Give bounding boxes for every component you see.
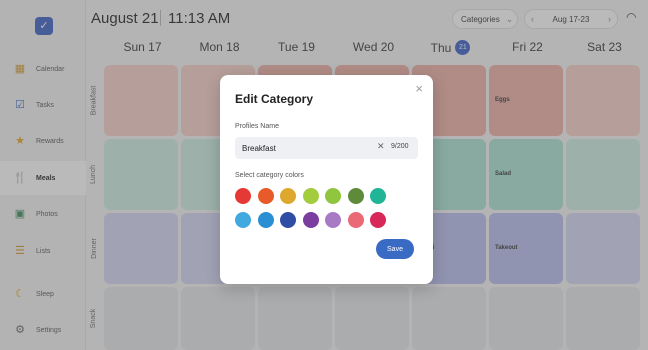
save-button[interactable]: Save: [376, 239, 414, 259]
color-swatch[interactable]: [235, 188, 251, 204]
profiles-name-label: Profiles Name: [235, 123, 279, 130]
color-swatch[interactable]: [280, 188, 296, 204]
close-icon[interactable]: ×: [415, 81, 423, 96]
color-swatch[interactable]: [235, 212, 251, 228]
clear-icon[interactable]: ✕: [377, 141, 385, 152]
char-count: 9/200: [391, 143, 409, 150]
color-swatch[interactable]: [347, 212, 364, 228]
color-swatch[interactable]: [370, 188, 386, 204]
dialog-title: Edit Category: [235, 92, 314, 106]
color-swatch[interactable]: [257, 212, 274, 228]
color-swatch[interactable]: [302, 188, 319, 204]
color-swatch[interactable]: [302, 212, 319, 228]
color-swatch[interactable]: [325, 212, 341, 228]
color-swatch[interactable]: [257, 188, 274, 204]
edit-category-dialog: Edit Category × Profiles Name ✕ 9/200 Se…: [220, 75, 433, 284]
color-swatch[interactable]: [325, 188, 341, 204]
color-swatch[interactable]: [347, 188, 364, 204]
color-swatch[interactable]: [370, 212, 386, 228]
colors-label: Select category colors: [235, 172, 304, 179]
color-swatch[interactable]: [280, 212, 296, 228]
